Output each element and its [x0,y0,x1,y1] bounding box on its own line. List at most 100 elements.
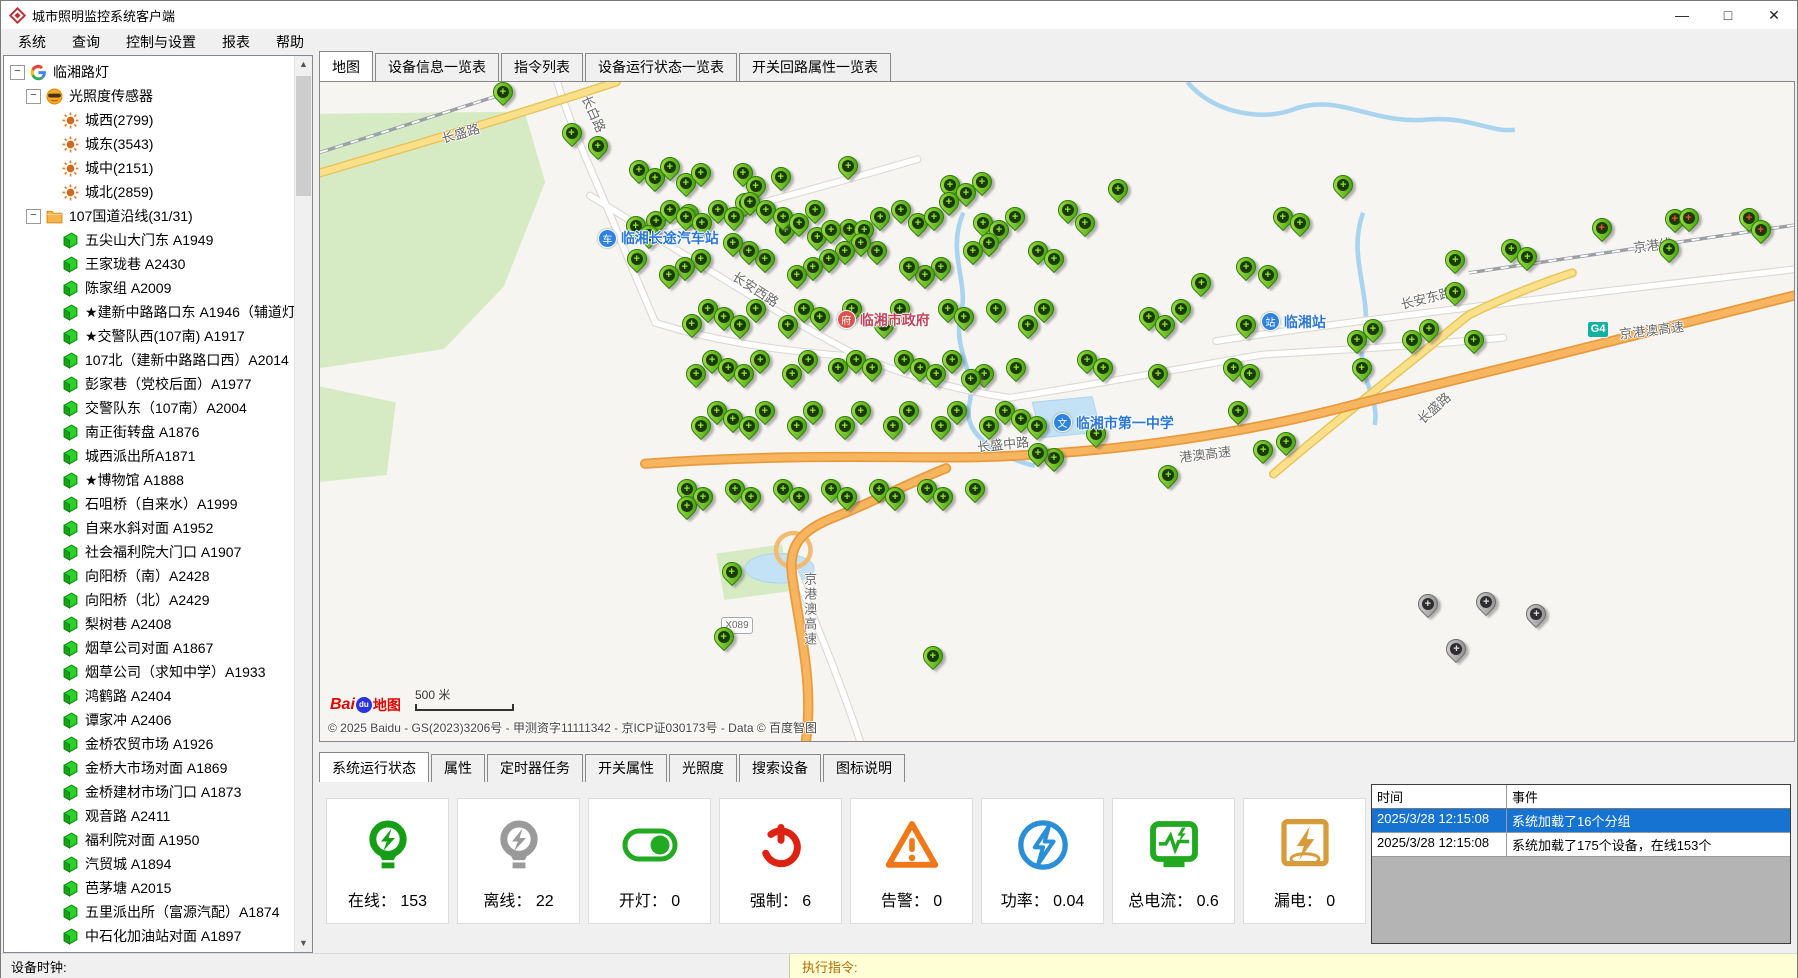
map-pin[interactable]: + [965,479,985,499]
event-log[interactable]: 时间事件2025/3/28 12:15:08系统加载了16个分组2025/3/2… [1371,784,1791,944]
map-pin[interactable]: + [750,350,770,370]
tree-item-sensor[interactable]: 城中(2151) [4,156,312,180]
bottom-tab-0[interactable]: 系统运行状态 [319,752,429,782]
map-pin[interactable]: + [1191,273,1211,293]
tree-item-device[interactable]: 烟草公司（求知中学）A1933 [4,660,312,684]
map-pin[interactable]: + [659,265,679,285]
map-pin[interactable]: + [1108,179,1128,199]
map-pin[interactable]: + [1034,299,1054,319]
map-pin-alarm[interactable]: + [1751,220,1771,240]
map-pin[interactable]: + [1419,319,1439,339]
tree-item-device[interactable]: ★建新中路路口东 A1946（辅道灯） [4,300,312,324]
map-pin[interactable]: + [1240,364,1260,384]
map-pin[interactable]: + [1005,207,1025,227]
map-pin[interactable]: + [972,172,992,192]
map-tab-2[interactable]: 指令列表 [501,53,583,81]
tree-item-device[interactable]: 金桥农贸市场 A1926 [4,732,312,756]
tree-item-device[interactable]: 中石化加油站对面 A1897 [4,924,312,948]
map-pin-offline[interactable]: + [1526,604,1546,624]
tree-item-device[interactable]: 向阳桥（南）A2428 [4,564,312,588]
map-pin[interactable]: + [627,249,647,269]
tree-collapse-icon[interactable]: − [10,65,25,80]
bottom-tab-3[interactable]: 开关属性 [585,754,667,782]
map-pin[interactable]: + [961,369,981,389]
menu-item-4[interactable]: 帮助 [263,32,317,52]
map-pin[interactable]: + [1028,443,1048,463]
map-pin[interactable]: + [1363,319,1383,339]
map-pin[interactable]: + [923,646,943,666]
map-pin[interactable]: + [1659,239,1679,259]
tree-item-device[interactable]: 石咀桥（自来水）A1999 [4,492,312,516]
tree-item-device[interactable]: 五尖山大门东 A1949 [4,228,312,252]
map-pin[interactable]: + [1290,213,1310,233]
map-pin[interactable]: + [1464,330,1484,350]
map-pin[interactable]: + [837,487,857,507]
tree-item-device[interactable]: 自来水斜对面 A1952 [4,516,312,540]
map-pin[interactable]: + [1044,249,1064,269]
map-pin[interactable]: + [789,487,809,507]
tree-scrollbar[interactable]: ▲ ▼ [294,56,312,952]
map-pin[interactable]: + [1075,213,1095,233]
map-pin[interactable]: + [942,350,962,370]
tree-item-device[interactable]: 交警队东（107南）A2004 [4,396,312,420]
map-pin[interactable]: + [963,241,983,261]
event-log-row[interactable]: 2025/3/28 12:15:08系统加载了16个分组 [1372,809,1790,833]
map-pin-offline[interactable]: + [1446,639,1466,659]
map-pin[interactable]: + [1027,416,1047,436]
tree-item-sensor[interactable]: 城北(2859) [4,180,312,204]
tree-item-device[interactable]: 金桥大市场对面 A1869 [4,756,312,780]
tree-root[interactable]: −临湘路灯 [4,60,312,84]
map-pin[interactable]: + [588,136,608,156]
tree-item-device[interactable]: 五里派出所（富源汽配）A1874 [4,900,312,924]
map-pin[interactable]: + [838,156,858,176]
map-pin[interactable]: + [954,307,974,327]
map-pin[interactable]: + [1258,265,1278,285]
map-pin[interactable]: + [1445,250,1465,270]
map-pin[interactable]: + [899,401,919,421]
bottom-tab-2[interactable]: 定时器任务 [487,754,583,782]
map-pin[interactable]: + [746,299,766,319]
map-pin[interactable]: + [947,401,967,421]
tree-item-device[interactable]: 陈家组 A2009 [4,276,312,300]
map-pin-offline[interactable]: + [1418,594,1438,614]
map-pin-alarm[interactable]: + [1592,218,1612,238]
map-pin[interactable]: + [1333,175,1353,195]
tree-item-device[interactable]: 烟草公司对面 A1867 [4,636,312,660]
map-pin[interactable]: + [677,496,697,516]
minimize-button[interactable]: — [1659,1,1705,29]
map-pin[interactable]: + [562,123,582,143]
scroll-up-icon[interactable]: ▲ [295,56,312,73]
maximize-button[interactable]: □ [1705,1,1751,29]
menu-item-0[interactable]: 系统 [5,32,59,52]
map-pin[interactable]: + [1236,257,1256,277]
map-pin[interactable]: + [1171,299,1191,319]
map-pin[interactable]: + [1236,315,1256,335]
map-pin[interactable]: + [1352,358,1372,378]
map-pin[interactable]: + [803,401,823,421]
tree-item-device[interactable]: 107北（建新中路路口西）A2014 [4,348,312,372]
map-pin[interactable]: + [798,350,818,370]
map-pin[interactable]: + [1253,440,1273,460]
map-pin-alarm[interactable]: + [1679,208,1699,228]
map-pin[interactable]: + [924,207,944,227]
menu-item-3[interactable]: 报表 [209,32,263,52]
map-tab-3[interactable]: 设备运行状态一览表 [585,53,737,81]
scroll-down-icon[interactable]: ▼ [295,935,312,952]
map-pin[interactable]: + [741,487,761,507]
bottom-tab-1[interactable]: 属性 [431,754,485,782]
tree-item-device[interactable]: ★交警队西(107南) A1917 [4,324,312,348]
bottom-tab-6[interactable]: 图标说明 [823,754,905,782]
tree-item-device[interactable]: 观音路 A2411 [4,804,312,828]
map-pin[interactable]: + [1517,247,1537,267]
map-tab-0[interactable]: 地图 [319,51,373,81]
map-pin[interactable]: + [885,487,905,507]
tree-item-device[interactable]: 谭家冲 A2406 [4,708,312,732]
bottom-tab-4[interactable]: 光照度 [669,754,737,782]
map-pin[interactable]: + [810,307,830,327]
tree-item-device[interactable]: 金桥建材市场门口 A1873 [4,780,312,804]
map-pin[interactable]: + [691,163,711,183]
map-pin[interactable]: + [771,167,791,187]
map-pin[interactable]: + [805,200,825,220]
map-pin[interactable]: + [755,401,775,421]
tree-item-device[interactable]: 梨树巷 A2408 [4,612,312,636]
